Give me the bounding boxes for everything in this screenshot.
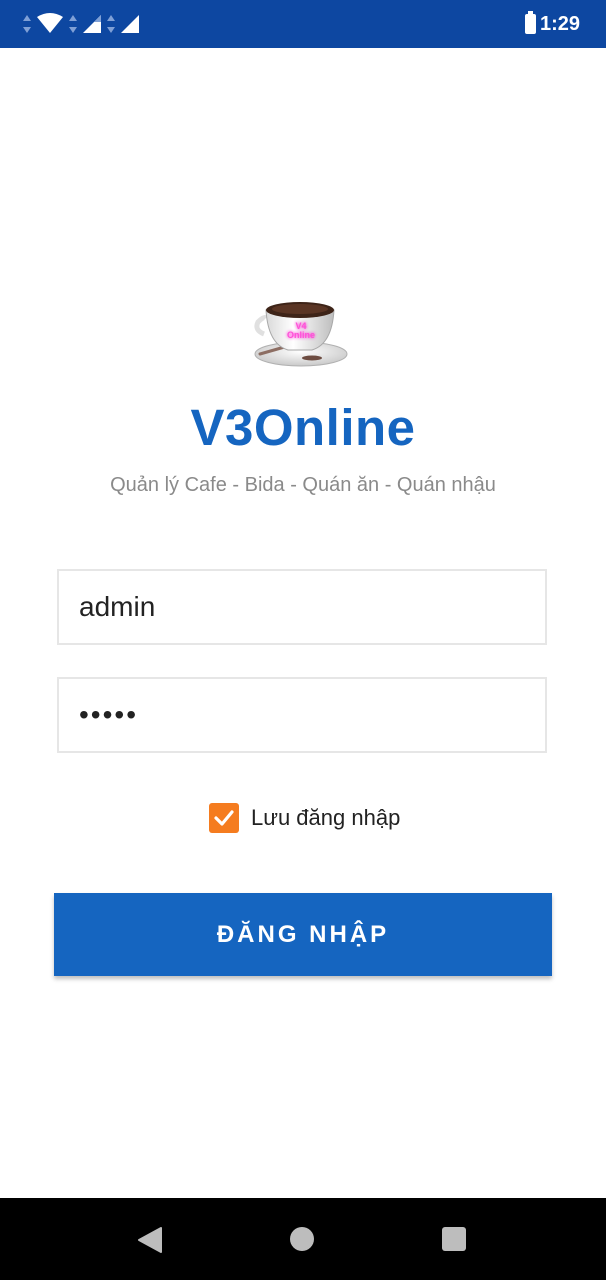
back-icon[interactable] bbox=[137, 1226, 163, 1254]
remember-label: Lưu đăng nhập bbox=[251, 805, 401, 830]
checkmark-icon bbox=[214, 810, 234, 826]
app-title: V3Online bbox=[190, 399, 416, 456]
home-icon[interactable] bbox=[290, 1227, 314, 1251]
data-arrows-icon bbox=[107, 15, 115, 33]
status-icons-left bbox=[22, 12, 140, 36]
remember-checkbox[interactable] bbox=[209, 803, 239, 833]
password-input[interactable] bbox=[59, 679, 545, 751]
data-arrows-icon bbox=[69, 15, 77, 33]
navigation-bar bbox=[0, 1198, 606, 1280]
app-subtitle: Quản lý Cafe - Bida - Quán ăn - Quán nhậ… bbox=[110, 474, 496, 496]
status-bar: 1:29 bbox=[0, 0, 606, 48]
username-input[interactable] bbox=[59, 571, 545, 643]
status-time: 1:29 bbox=[539, 12, 580, 35]
username-field-container bbox=[57, 569, 547, 645]
logo-badge-text: V4 Online bbox=[286, 321, 315, 340]
remember-login-toggle[interactable]: Lưu đăng nhập bbox=[209, 802, 400, 834]
data-arrows-icon bbox=[23, 15, 31, 33]
battery-icon bbox=[524, 11, 536, 34]
password-field-container bbox=[57, 677, 547, 753]
wifi-icon bbox=[37, 13, 63, 33]
signal-icon bbox=[83, 15, 101, 33]
login-button[interactable]: ĐĂNG NHẬP bbox=[54, 893, 552, 976]
signal-icon bbox=[121, 15, 139, 33]
app-logo: V4 Online bbox=[250, 296, 352, 370]
recents-icon[interactable] bbox=[442, 1227, 466, 1251]
status-icons-right: 1:29 bbox=[524, 11, 580, 36]
